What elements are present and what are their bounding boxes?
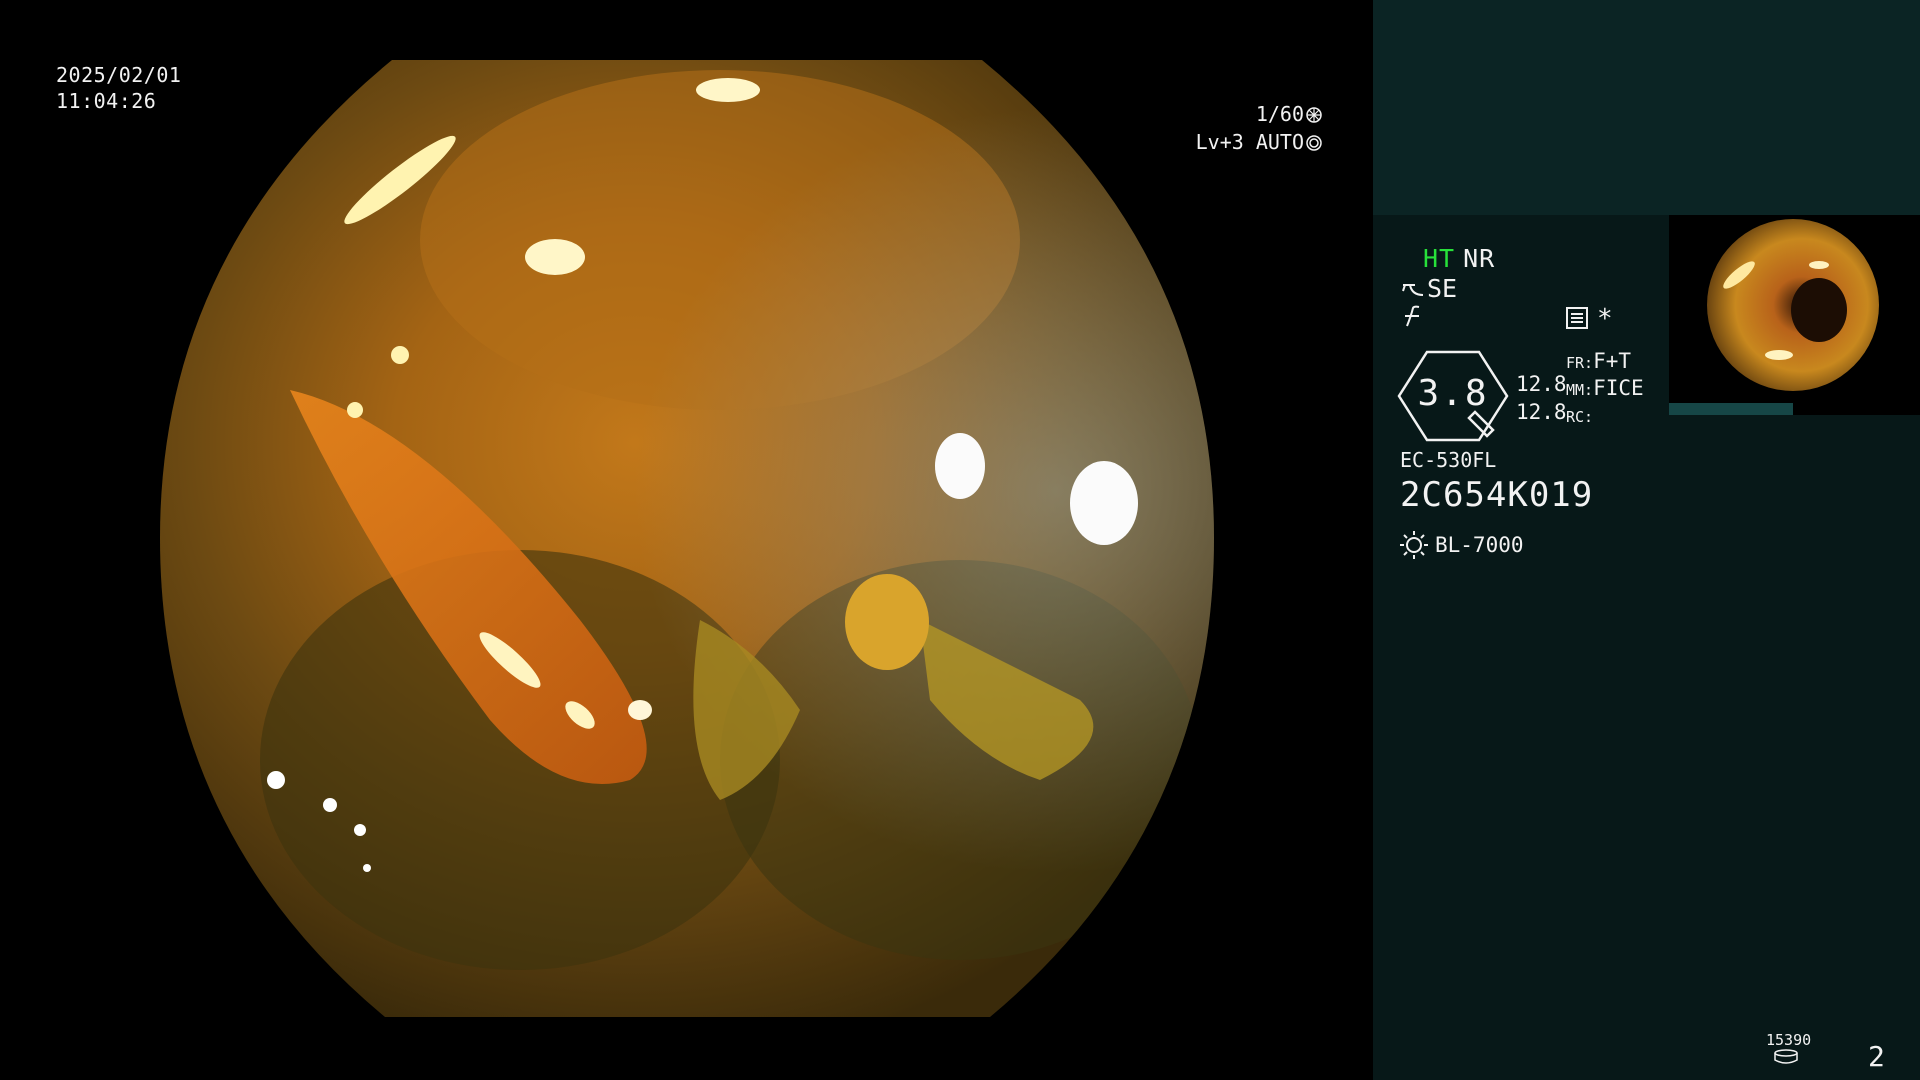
status-panel: HT NR SE * 3.8 12.8 12.8 FR:F+T MM:FICE R… (1373, 0, 1920, 1080)
image-count: 15390 (1766, 1031, 1812, 1049)
ht-indicator: HT (1423, 244, 1456, 273)
page-number: 2 (1868, 1040, 1885, 1073)
zoom-value: 3.8 (1417, 373, 1489, 414)
image-modes: FR:F+T MM:FICE RC: (1566, 349, 1644, 430)
fr-value: F+T (1593, 349, 1632, 373)
status-panel-header (1373, 0, 1920, 215)
disk-icon (1774, 1049, 1798, 1064)
rc-key: RC: (1566, 408, 1594, 426)
scope-serial: 2C654K019 (1400, 475, 1594, 515)
se-indicator: SE (1427, 274, 1458, 303)
asterisk-indicator: * (1597, 304, 1613, 334)
scope-model: EC-530FL (1400, 448, 1497, 472)
light-source-icon (1400, 531, 1428, 559)
endoscopic-image (160, 60, 1214, 1017)
captured-image-thumbnail[interactable] (1669, 215, 1920, 415)
reading-bottom: 12.8 (1516, 400, 1567, 424)
processing-modes: HT NR (1423, 244, 1495, 273)
auto-iris-icon (1306, 135, 1322, 151)
mm-key: MM: (1566, 381, 1594, 399)
light-source-model: BL-7000 (1435, 533, 1524, 557)
shutter-icon (1306, 107, 1322, 123)
reading-top: 12.8 (1516, 372, 1567, 396)
light-source-row: BL-7000 (1399, 530, 1524, 560)
mm-value: FICE (1593, 376, 1644, 400)
exposure-readout: 1/60 Lv+3 AUTO (1196, 100, 1322, 156)
structure-enhance-row: SE (1401, 274, 1457, 303)
endoscope-view-area: 2025/02/01 11:04:26 1/60 Lv+3 AUTO (0, 0, 1372, 1080)
thumbnail-bar (1669, 403, 1793, 415)
readings: 12.8 12.8 (1516, 370, 1567, 426)
menu-icon (1566, 307, 1588, 329)
nr-indicator: NR (1463, 244, 1496, 273)
color-enhance-icon (1405, 305, 1420, 327)
structure-enhance-icon (1402, 283, 1424, 296)
fr-key: FR: (1566, 354, 1594, 372)
shutter-speed-label: 1/60 (1255, 102, 1304, 126)
